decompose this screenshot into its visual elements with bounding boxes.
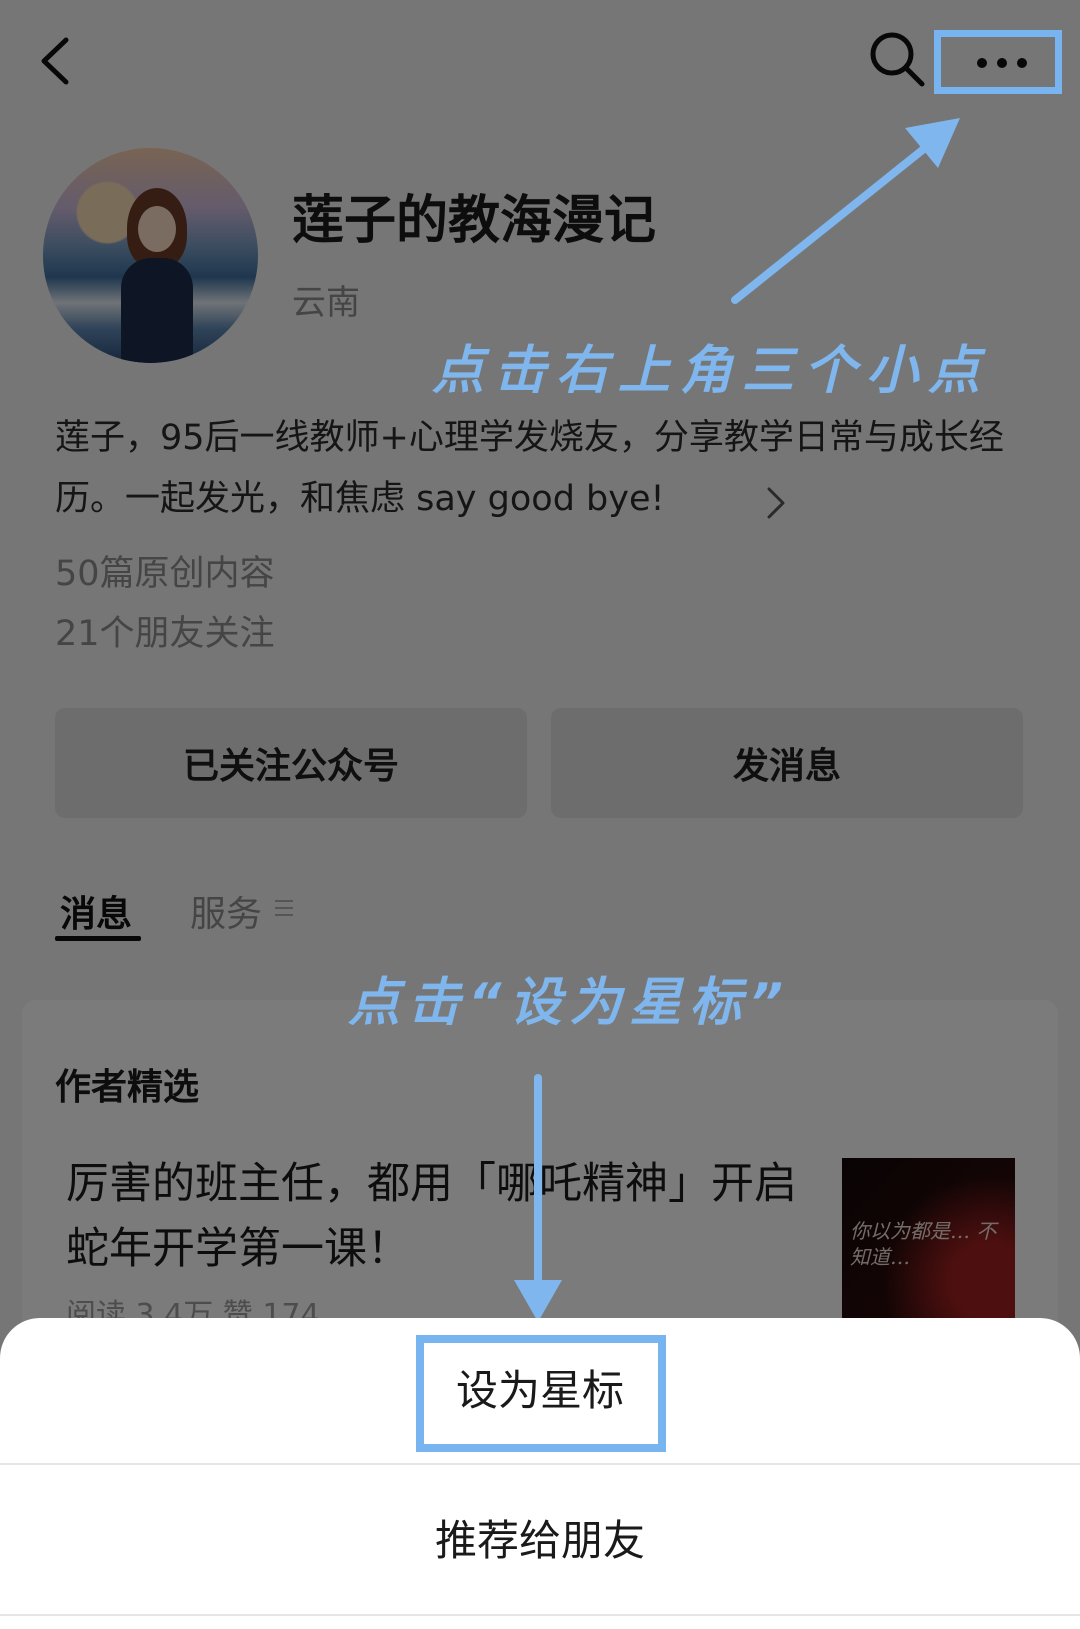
sheet-divider (0, 1463, 1080, 1465)
annotation-step1: 点击右上角三个小点 (432, 341, 991, 401)
annotation-step2: 点击“设为星标” (348, 973, 791, 1033)
sheet-divider (0, 1614, 1080, 1616)
set-star-highlight (416, 1335, 666, 1452)
more-button-highlight (934, 30, 1062, 94)
recommend-to-friend-option[interactable]: 推荐给朋友 (0, 1480, 1080, 1595)
